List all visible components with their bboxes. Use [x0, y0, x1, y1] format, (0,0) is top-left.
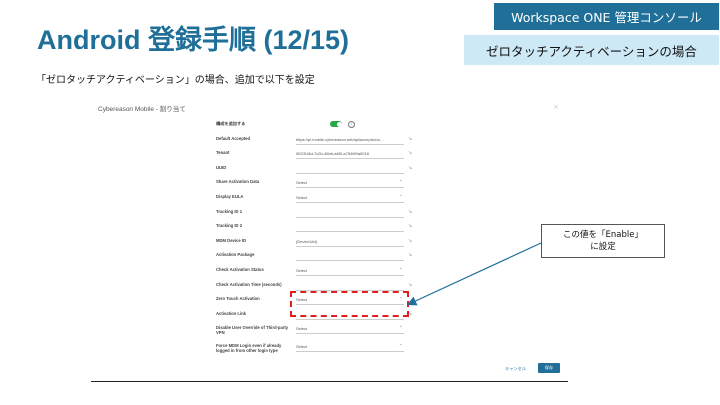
- save-button[interactable]: 保存: [538, 363, 560, 373]
- config-input[interactable]: https://pl.mobile.cybereason.net/api/acc…: [296, 135, 404, 145]
- config-row-label: Display EULA: [216, 193, 244, 199]
- page-title: Android 登録手順 (12/15): [37, 25, 350, 55]
- config-row-label: Force MDM Login even if already logged i…: [216, 343, 282, 354]
- info-icon[interactable]: i: [348, 121, 355, 128]
- callout-box: この値を「Enable」 に設定: [541, 224, 665, 258]
- config-row-label: Default Accepted: [216, 135, 251, 141]
- assignment-dialog: Cybereason Mobile - 割り当て × 構成を追加する i Defau…: [92, 98, 567, 380]
- config-row-label: 構成を追加する: [216, 121, 246, 126]
- config-row: Force MDM Login even if already logged i…: [216, 340, 536, 358]
- insert-lookup-icon[interactable]: ↘: [408, 282, 412, 288]
- instruction-text: 「ゼロタッチアクティベーション」の場合、追加で以下を設定: [36, 75, 315, 86]
- config-row-label: Tracking ID 1: [216, 208, 243, 214]
- console-badge: Workspace ONE 管理コンソール: [494, 3, 719, 30]
- config-row-label: Activation Package: [216, 252, 255, 258]
- config-row: Default Accepted https://pl.mobile.cybere…: [216, 133, 536, 148]
- dialog-title: Cybereason Mobile - 割り当て: [98, 106, 186, 113]
- config-row-label: Check Activation Status: [216, 266, 264, 272]
- config-row: Activation Package ↘: [216, 249, 536, 264]
- config-row: Disable User Override of Third-party VPN…: [216, 322, 536, 340]
- config-row: Tracking ID 1 ↘: [216, 206, 536, 221]
- config-row: Tenant 9f22518d-7c2b-46bb-a6f0-a7546f0a90…: [216, 147, 536, 162]
- insert-lookup-icon[interactable]: ↘: [408, 136, 412, 142]
- config-row-label: UUID: [216, 164, 227, 170]
- footer-divider: [91, 381, 568, 382]
- config-select[interactable]: Select: [296, 178, 404, 189]
- config-row: 構成を追加する i: [216, 118, 536, 133]
- config-select[interactable]: Select: [296, 266, 404, 276]
- config-select[interactable]: Select: [296, 193, 404, 203]
- config-input[interactable]: {DeviceUid}: [296, 237, 404, 247]
- config-input[interactable]: [296, 164, 404, 174]
- config-row-label: Tenant: [216, 150, 230, 156]
- close-icon[interactable]: ×: [553, 103, 559, 111]
- config-row-label: Check Activation Time (seconds): [216, 281, 282, 287]
- config-input[interactable]: [296, 222, 404, 233]
- callout-line-1: この値を「Enable」: [563, 230, 643, 240]
- cancel-button[interactable]: キャンセル: [505, 366, 526, 372]
- config-row-label: Share Activation Data: [216, 179, 260, 185]
- config-input[interactable]: [296, 208, 404, 218]
- add-config-toggle[interactable]: [330, 121, 342, 127]
- config-input[interactable]: [296, 251, 404, 262]
- config-row: Check Activation Status Select: [216, 264, 536, 279]
- config-row-label: Disable User Override of Third-party VPN: [216, 325, 289, 336]
- insert-lookup-icon[interactable]: ↘: [408, 238, 412, 244]
- config-row-label: Activation Link: [216, 310, 247, 316]
- config-row-label: Zero Touch Activation: [216, 296, 260, 302]
- case-badge: ゼロタッチアクティベーションの場合: [464, 35, 719, 65]
- config-select[interactable]: Select: [296, 324, 404, 335]
- config-row: MDM Device ID {DeviceUid} ↘: [216, 235, 536, 250]
- config-row-label: Tracking ID 2: [216, 223, 243, 229]
- config-row: UUID ↘: [216, 162, 536, 177]
- insert-lookup-icon[interactable]: ↘: [408, 252, 412, 258]
- insert-lookup-icon[interactable]: ↘: [408, 150, 412, 156]
- zero-touch-highlight: [290, 291, 409, 317]
- insert-lookup-icon[interactable]: ↘: [408, 165, 412, 171]
- config-input[interactable]: [296, 281, 404, 291]
- callout-line-2: に設定: [590, 242, 616, 252]
- config-row-label: MDM Device ID: [216, 237, 247, 243]
- config-list: 構成を追加する i Default Accepted https://pl.mobil…: [216, 118, 536, 358]
- config-input[interactable]: 9f22518d-7c2b-46bb-a6f0-a7546f0a9018: [296, 149, 404, 160]
- config-row: Share Activation Data Select: [216, 176, 536, 191]
- config-row: Tracking ID 2 ↘: [216, 220, 536, 235]
- insert-lookup-icon[interactable]: ↘: [408, 223, 412, 229]
- config-row: Display EULA Select: [216, 191, 536, 206]
- config-select[interactable]: Select: [296, 342, 404, 353]
- insert-lookup-icon[interactable]: ↘: [408, 209, 412, 215]
